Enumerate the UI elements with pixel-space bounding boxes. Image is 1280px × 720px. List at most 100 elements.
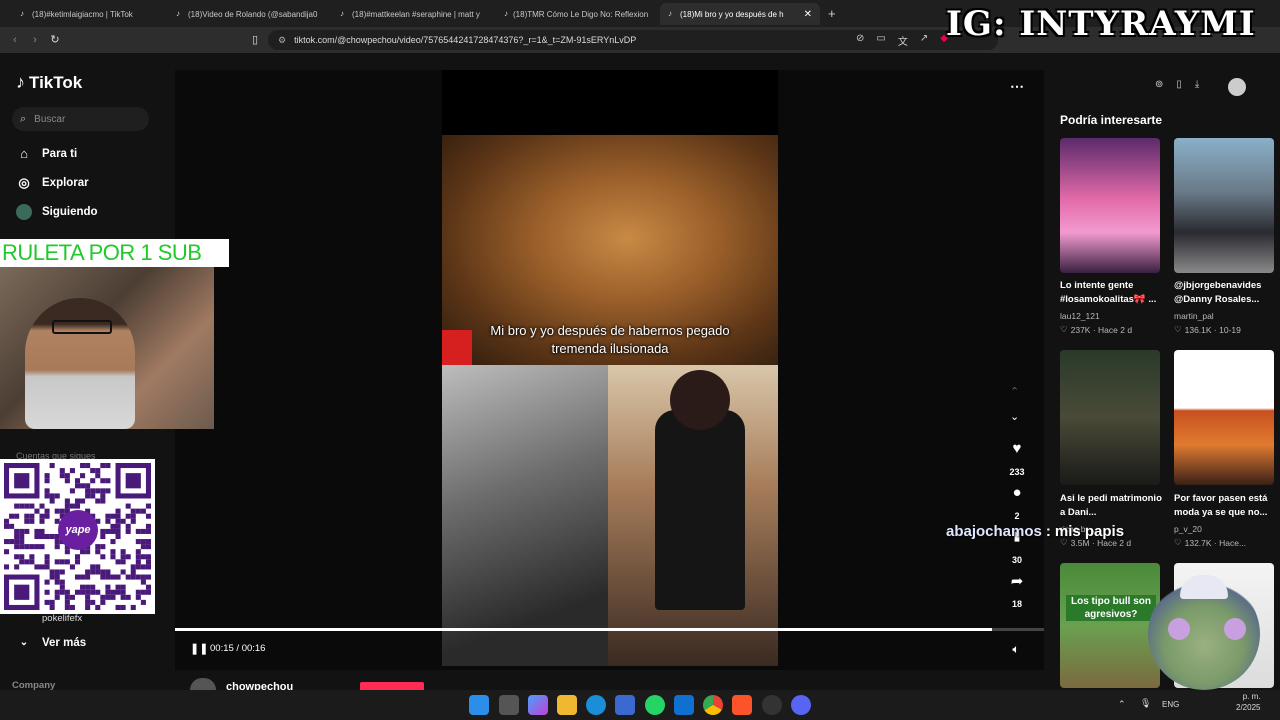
forward-icon[interactable]: ›: [27, 32, 43, 48]
chat-separator: :: [1045, 523, 1051, 540]
search-input[interactable]: ⌕ Buscar: [12, 107, 149, 131]
tray-chevron-icon[interactable]: ⌃: [1118, 699, 1126, 710]
pause-icon[interactable]: ❚❚: [190, 642, 208, 656]
file-explorer-icon[interactable]: [557, 695, 577, 715]
tiktok-icon: ♪: [504, 9, 508, 18]
close-tab-icon[interactable]: ✕: [804, 9, 812, 20]
windows-taskbar: [0, 690, 1280, 720]
whatsapp-icon[interactable]: [645, 695, 665, 715]
url-text: tiktok.com/@chowpechou/video/75765442417…: [294, 35, 637, 45]
see-more-button[interactable]: ⌄ Ver más: [16, 632, 86, 654]
compass-icon: ◎: [18, 175, 30, 190]
no-tracking-icon[interactable]: ⊘: [856, 33, 864, 48]
save-count: 30: [1011, 555, 1022, 565]
sidebar-item-para-ti[interactable]: ⌂ Para ti: [16, 143, 77, 165]
webcam-person: [25, 298, 135, 429]
chat-text: mis papis: [1054, 523, 1125, 540]
progress-fill: [175, 628, 992, 631]
comment-count: 2: [1014, 511, 1020, 521]
rec-card-user[interactable]: p_v_20: [1174, 524, 1202, 534]
cast-icon[interactable]: ▭: [876, 33, 885, 48]
tiktok-icon: ♪: [176, 9, 180, 18]
heart-icon: ♡: [1060, 324, 1068, 334]
sidebar-item-explorar[interactable]: ◎ Explorar: [16, 172, 88, 194]
outlook-icon[interactable]: [674, 695, 694, 715]
tiktok-icon: ♪: [20, 9, 24, 18]
download-icon[interactable]: ⤓: [1195, 79, 1199, 90]
tab[interactable]: ♪ (18)#mattkeelan #seraphine | matt y: [332, 3, 492, 25]
tab[interactable]: ♪ (18)TMR Cómo Le Digo No: Reflexion: [496, 3, 656, 25]
recommendations-title: Podría interesarte: [1060, 113, 1163, 127]
rec-card-user[interactable]: martin_pal: [1174, 311, 1214, 321]
chatgpt-icon[interactable]: [762, 695, 782, 715]
brave-icon[interactable]: [732, 695, 752, 715]
video-caption: Mi bro y yo después de habernos pegado t…: [490, 323, 730, 356]
rec-card-title[interactable]: Por favor pasen está moda ya se que no..…: [1174, 492, 1278, 520]
volume-icon[interactable]: 🔈︎: [1008, 642, 1024, 656]
site-info-icon[interactable]: ⚙: [278, 35, 286, 46]
prev-video-icon[interactable]: ⌃: [1010, 385, 1019, 398]
webcam-glasses: [52, 320, 112, 334]
chrome-icon[interactable]: [703, 695, 723, 715]
tab[interactable]: ♪ (18)Video de Rolando (@sabandija0: [168, 3, 328, 25]
share-icon[interactable]: ↗: [920, 33, 928, 48]
taskbar-clock[interactable]: p. m. 2/2025: [1236, 691, 1260, 713]
edge-icon[interactable]: [586, 695, 606, 715]
home-icon: ⌂: [20, 146, 28, 161]
rec-card-overlay-text: Los tipo bull son agresivos?: [1066, 595, 1156, 621]
share-count: 18: [1011, 599, 1022, 609]
chevron-down-icon: ⌄: [19, 637, 29, 648]
profile-avatar[interactable]: [1228, 78, 1246, 96]
rec-card-thumbnail[interactable]: [1174, 350, 1274, 485]
language-indicator[interactable]: ENG: [1162, 700, 1179, 709]
rec-card-title[interactable]: Lo intente gente #losamokoalitas🎀 ...: [1060, 279, 1164, 307]
rec-card-stat: ♡ 237K · Hace 2 d: [1060, 324, 1133, 335]
rec-card-user[interactable]: lau12_121: [1060, 311, 1100, 321]
mascot-eye-right: [1224, 618, 1246, 640]
back-icon[interactable]: ‹: [7, 32, 23, 48]
rec-card-title[interactable]: Asi le pedi matrimonio a Dani...: [1060, 492, 1164, 520]
copilot-icon[interactable]: [528, 695, 548, 715]
task-view-icon[interactable]: [499, 695, 519, 715]
share-arrow-icon[interactable]: ➦: [1005, 572, 1029, 590]
sidebar-item-siguiendo[interactable]: Siguiendo: [16, 201, 98, 223]
tab[interactable]: ♪ (18)#ketimlaigiacmo | TikTok: [12, 3, 164, 25]
following-avatar-icon: [16, 204, 32, 220]
new-tab-button[interactable]: +: [828, 6, 836, 21]
tab-active[interactable]: ♪ (18)Mi bro y yo después de h ✕: [660, 3, 820, 25]
rec-card-thumbnail[interactable]: [1060, 350, 1160, 485]
header-icons: ⊚ ▯ ⤓: [1155, 79, 1199, 90]
comment-icon[interactable]: ●: [1005, 484, 1029, 501]
store-icon[interactable]: [615, 695, 635, 715]
tiktok-icon: ♪: [668, 9, 672, 18]
video-time: 00:15 / 00:16: [210, 643, 266, 654]
like-icon[interactable]: ♥: [1005, 440, 1029, 457]
rec-card-stat: ♡ 136.1K · 10-19: [1174, 324, 1241, 335]
discord-icon[interactable]: [791, 695, 811, 715]
rec-card-title[interactable]: @jbjorgebenavides @Danny Rosales...: [1174, 279, 1278, 307]
translate-icon[interactable]: 文: [898, 33, 908, 48]
rec-card-thumbnail[interactable]: [1060, 138, 1160, 273]
start-icon[interactable]: [469, 695, 489, 715]
follow-button[interactable]: [360, 682, 424, 690]
tiktok-logo[interactable]: ♪ TikTok: [16, 72, 82, 93]
ig-banner: IG: INTYRAYMI: [946, 4, 1256, 44]
extension-icons: ⊘ ▭ 文 ↗ ◆: [856, 33, 948, 48]
rec-card-thumbnail[interactable]: [1174, 138, 1274, 273]
tiktok-icon: ♪: [340, 9, 344, 18]
chat-username: abajochamos: [946, 523, 1042, 540]
rec-card-stat: ♡ 132.7K · Hace...: [1174, 537, 1247, 548]
device-icon[interactable]: ▯: [1176, 79, 1182, 90]
microphone-icon[interactable]: 🎙︎: [1140, 698, 1151, 709]
coins-icon[interactable]: ⊚: [1155, 79, 1163, 90]
reload-icon[interactable]: ↻: [47, 32, 63, 48]
next-video-icon[interactable]: ⌄: [1010, 410, 1019, 423]
author-name[interactable]: chowpechou: [226, 681, 293, 690]
ruleta-banner: RULETA POR 1 SUB: [0, 239, 229, 267]
like-count: 233: [1009, 467, 1025, 477]
bookmark-icon[interactable]: ▯: [247, 32, 263, 48]
more-options-icon[interactable]: ⋯: [1010, 78, 1024, 95]
chat-message: abajochamos : mis papis: [946, 523, 1124, 540]
rec-card-thumbnail[interactable]: [1060, 563, 1160, 688]
photo-figure: [655, 410, 745, 610]
